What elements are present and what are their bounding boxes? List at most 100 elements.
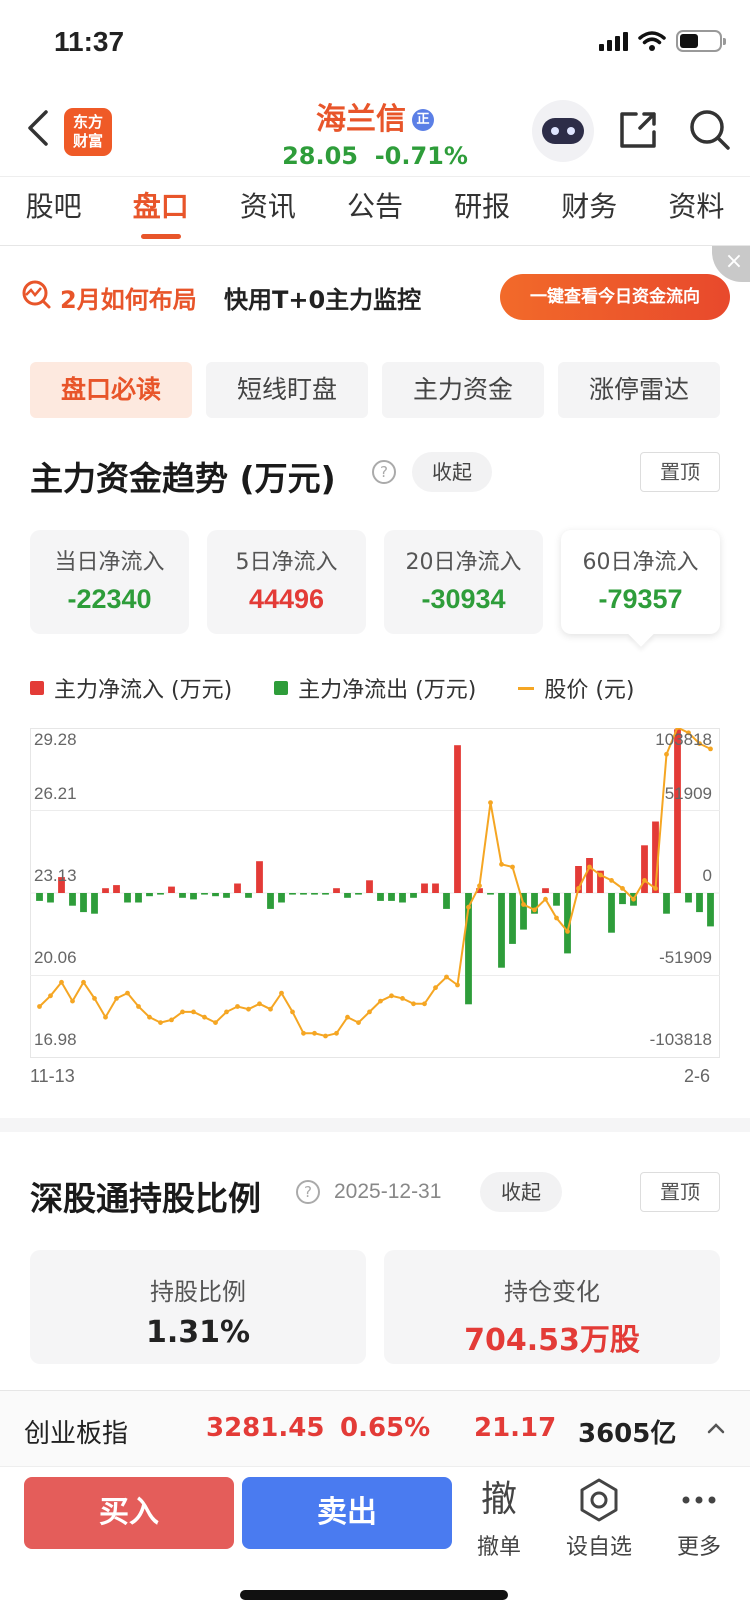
status-bar: 11:37 [0,0,750,88]
subtab-limit-radar[interactable]: 涨停雷达 [558,362,720,418]
outflow-bar [36,893,43,901]
outflow-bar [685,893,692,903]
tab-finance[interactable]: 财务 [536,177,643,245]
outflow-bar [311,893,318,895]
price-point [356,1020,361,1025]
inflow-bar [168,886,175,893]
price-point [37,1004,42,1009]
price-point [103,1014,108,1020]
sell-button[interactable]: 卖出 [242,1477,452,1549]
share-icon[interactable] [616,108,660,152]
price-point [268,1006,273,1012]
help-icon[interactable]: ? [296,1180,320,1204]
cellular-signal-icon [599,31,628,51]
inflow-bar [102,888,109,893]
price-point [334,1030,339,1036]
help-icon[interactable]: ? [372,460,396,484]
search-icon[interactable] [688,108,732,152]
card-today-inflow[interactable]: 当日净流入 -22340 [30,530,189,634]
price-point [444,974,449,980]
inflow-bar [454,745,461,893]
index-amount: 3605亿 [578,1419,677,1449]
buy-button[interactable]: 买入 [24,1477,234,1549]
tab-profile[interactable]: 资料 [643,177,750,245]
price-point [59,979,64,985]
outflow-bar [553,893,560,906]
ai-assistant-avatar[interactable] [532,100,594,162]
outflow-bar [399,893,406,903]
outflow-bar [498,893,505,968]
outflow-bar [146,893,153,897]
outflow-bar [410,893,417,898]
pin-top-button[interactable]: 置顶 [640,1172,720,1212]
y-left-tick: 20.06 [34,948,77,967]
inflow-bar [256,861,263,893]
price-point [125,990,130,996]
y-right-tick: 51909 [664,784,712,803]
price-point [565,929,570,934]
outflow-bar [124,893,131,903]
outflow-bar [69,893,76,906]
add-watchlist-button[interactable]: 设自选 [554,1477,644,1561]
banner-highlight: 2月如何布局 [60,286,197,314]
inflow-bar [586,858,593,893]
card-20day-inflow[interactable]: 20日净流入 -30934 [384,530,543,634]
outflow-bar [212,893,219,897]
price-point [587,864,592,870]
tab-pankou[interactable]: 盘口 [107,177,214,245]
collapse-button[interactable]: 收起 [412,452,492,492]
price-point [246,1006,251,1012]
price-point [400,996,405,1001]
section-divider [0,1118,750,1132]
subtab-main-funds[interactable]: 主力资金 [382,362,544,418]
tab-research[interactable]: 研报 [429,177,536,245]
price-point [477,883,482,889]
price-point [70,998,75,1004]
outflow-bar [619,893,626,905]
x-start-label: 11-13 [30,1066,75,1086]
battery-icon [676,30,726,52]
fund-flow-chart-svg [30,728,720,1058]
card-60day-inflow[interactable]: 60日净流入 -79357 [561,530,720,634]
index-ticker[interactable]: 创业板指 3281.45 0.65% 21.17 3605亿 [0,1390,750,1466]
price-point [488,800,493,805]
tab-guba[interactable]: 股吧 [0,177,107,245]
index-name: 创业板指 [24,1419,129,1449]
price-point [279,990,284,996]
view-fund-flow-button[interactable]: 一键查看今日资金流向 [500,274,730,320]
inflow-bar [333,888,340,893]
price-point [543,896,548,902]
connect-date: 2025-12-31 [334,1180,442,1203]
price-point [114,996,119,1001]
fund-flow-chart[interactable]: 29.28 26.21 23.13 20.06 16.98 103818 519… [30,728,720,1058]
outflow-bar [190,893,197,900]
card-5day-inflow[interactable]: 5日净流入 44496 [207,530,366,634]
inflow-bar [113,885,120,893]
subtab-must-read[interactable]: 盘口必读 [30,362,192,418]
more-button[interactable]: 更多 [654,1477,744,1561]
outflow-bar [443,893,450,909]
pin-top-button[interactable]: 置顶 [640,452,720,492]
hexagon-icon [554,1477,644,1523]
tab-announcements[interactable]: 公告 [321,177,428,245]
inflow-bar [366,880,373,893]
outflow-bar [322,893,329,895]
tab-news[interactable]: 资讯 [214,177,321,245]
home-indicator [240,1590,508,1600]
outflow-bar [179,893,186,898]
price-point [609,878,614,883]
price-point [620,886,625,891]
inflow-bar [234,883,241,893]
outflow-bar [157,893,164,895]
subtab-short-term[interactable]: 短线盯盘 [206,362,368,418]
outflow-bar [201,893,208,895]
collapse-button[interactable]: 收起 [480,1172,562,1212]
price-point [136,1004,141,1009]
y-left-tick: 29.28 [34,730,77,749]
outflow-bar [696,893,703,913]
chevron-up-icon[interactable] [706,1421,726,1435]
inflow-bar [542,888,549,893]
price-point [147,1014,152,1020]
cancel-order-button[interactable]: 撤 撤单 [454,1477,544,1561]
price-point [202,1014,207,1020]
